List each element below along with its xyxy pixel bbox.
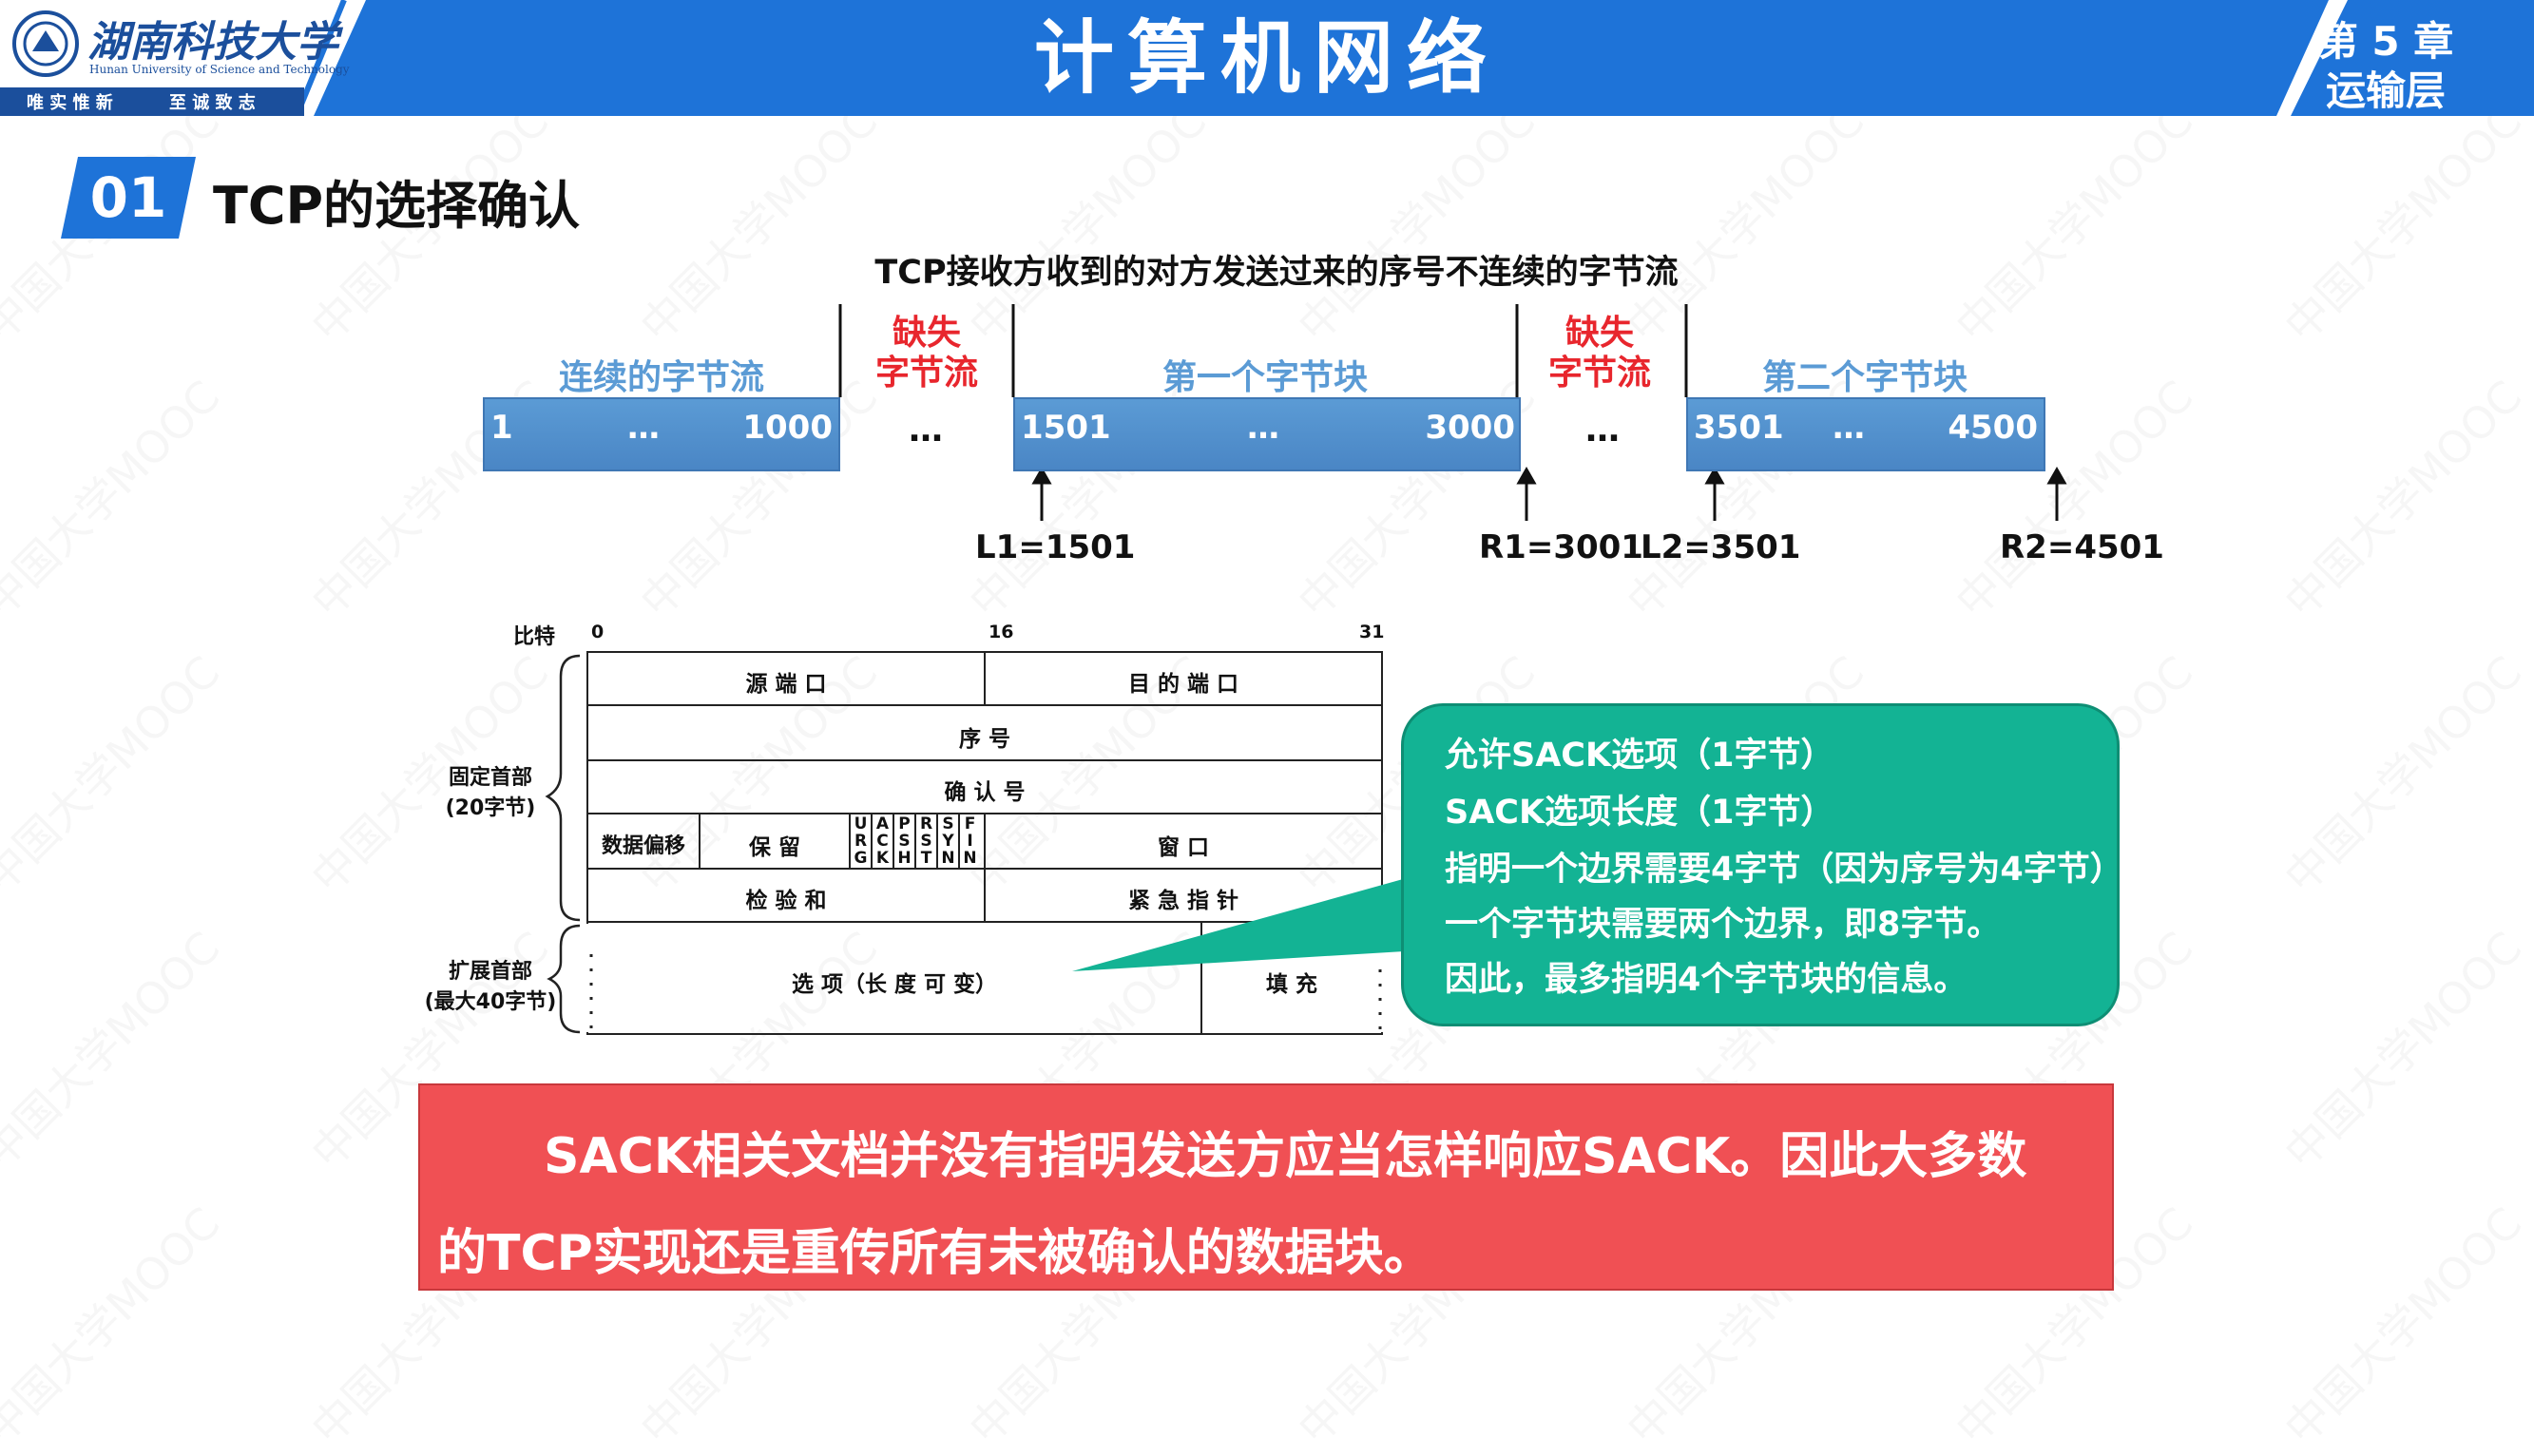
fixed-header-label: 固定首部 (20字节) [439,760,542,821]
flag-psh: P S H [897,814,912,868]
bubble-line-1: 允许SACK选项（1字节） [1445,737,1834,775]
ext-header-label-line2: (最大40字节) [424,990,557,1014]
fixed-header-label-line2: (20字节) [445,796,536,820]
field-ack: 确 认 号 [944,780,1026,805]
field-data-offset: 数据偏移 [601,834,685,858]
field-reserved: 保 留 [748,835,800,860]
fixed-header-label-line1: 固定首部 [448,766,532,790]
flag-ack: A C K [875,814,890,868]
bubble-line-5: 因此，最多指明4个字节块的信息。 [1445,961,1968,999]
bit-16-label: 16 [989,622,1014,642]
bubble-line-2: SACK选项长度（1字节） [1445,794,1834,832]
ext-header-label-line1: 扩展首部 [448,960,532,984]
bit-31-label: 31 [1359,622,1385,642]
bubble-line-3: 指明一个边界需要4字节（因为序号为4字节） [1445,851,2123,889]
field-checksum: 检 验 和 [745,889,827,913]
field-seq: 序 号 [958,727,1010,752]
flag-rst: R S T [919,814,933,868]
note-line-1: SACK相关文档并没有指明发送方应当怎样响应SACK。因此大多数 [544,1128,2027,1185]
flag-urg: U R G [854,814,868,868]
field-padding: 填 充 [1265,972,1317,997]
bit-0-label: 0 [591,622,605,642]
field-window: 窗 口 [1157,835,1209,860]
note-line-2: 的TCP实现还是重传所有未被确认的数据块。 [437,1225,1433,1282]
field-options: 选 项（长 度 可 变） [791,972,998,997]
flag-fin: F I N [963,814,977,868]
field-dst-port: 目 的 端 口 [1127,672,1239,697]
field-urgent-pointer: 紧 急 指 针 [1127,889,1239,913]
watermark-text: 中国大学MOOC [2275,1197,2532,1455]
field-src-port: 源 端 口 [745,672,827,697]
watermark-text: 中国大学MOOC [0,1197,230,1455]
bit-label: 比特 [513,625,556,649]
bubble-line-4: 一个字节块需要两个边界，即8字节。 [1445,906,2001,944]
ext-header-label: 扩展首部 (最大40字节) [416,954,565,1015]
flag-syn: S Y N [941,814,955,868]
